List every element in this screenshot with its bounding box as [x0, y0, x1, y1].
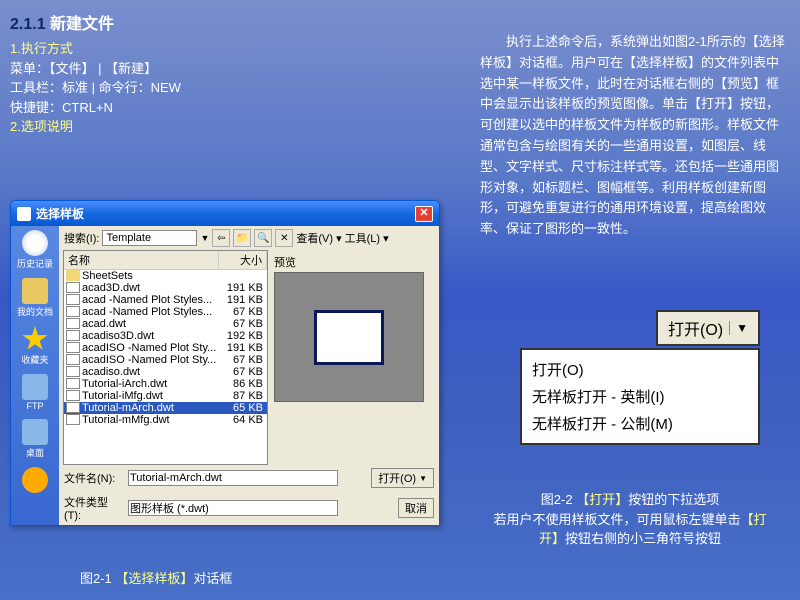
file-row[interactable]: Tutorial-iArch.dwt86 KB	[64, 378, 267, 390]
places-sidebar: 历史记录我的文档收藏夹 FTP 桌面	[11, 226, 59, 525]
search-icon[interactable]: 🔍	[254, 229, 272, 247]
figure-1-caption: 图2-1 【选择样板】对话框	[80, 568, 232, 587]
heading-text: 新建文件	[50, 16, 114, 33]
dialog-toolbar: 搜索(I): ▼ ⇦ 📁 🔍 ✕ 查看(V) ▾ 工具(L) ▾	[59, 226, 439, 250]
cancel-button[interactable]: 取消	[398, 498, 434, 518]
dwt-icon	[66, 366, 80, 377]
dwt-icon	[66, 414, 80, 425]
dwt-icon	[66, 294, 80, 305]
file-row[interactable]: acad3D.dwt191 KB	[64, 282, 267, 294]
dwt-icon	[66, 390, 80, 401]
desktop-icon	[22, 419, 48, 445]
star-icon	[22, 326, 48, 352]
menu-item[interactable]: 无样板打开 - 英制(I)	[532, 383, 748, 410]
heading-num: 2.1.1	[10, 16, 46, 33]
folder-icon	[66, 270, 80, 281]
dialog-titlebar[interactable]: 选择样板 ✕	[11, 201, 439, 226]
delete-icon[interactable]: ✕	[275, 229, 293, 247]
filetype-select[interactable]	[128, 500, 338, 516]
filename-label: 文件名(N):	[64, 470, 124, 486]
filename-input[interactable]	[128, 470, 338, 486]
file-row[interactable]: acadISO -Named Plot Sty...191 KB	[64, 342, 267, 354]
back-icon[interactable]: ⇦	[212, 229, 230, 247]
dwt-icon	[66, 318, 80, 329]
description-paragraph: 执行上述命令后，系统弹出如图2-1所示的【选择样板】对话框。用户可在【选择样板】…	[480, 32, 790, 240]
close-icon[interactable]: ✕	[415, 206, 433, 222]
file-row[interactable]: Tutorial-mMfg.dwt64 KB	[64, 414, 267, 426]
dwt-icon	[66, 282, 80, 293]
col-name[interactable]: 名称	[64, 251, 219, 269]
file-row[interactable]: SheetSets	[64, 270, 267, 282]
view-dropdown[interactable]: 查看(V) ▾	[296, 230, 341, 246]
file-row[interactable]: acadiso.dwt67 KB	[64, 366, 267, 378]
sidebar-item-folder[interactable]: 我的文档	[15, 278, 55, 318]
tools-dropdown[interactable]: 工具(L) ▾	[345, 230, 389, 246]
file-row[interactable]: acad -Named Plot Styles...67 KB	[64, 306, 267, 318]
search-label: 搜索(I):	[64, 230, 99, 246]
menu-item[interactable]: 打开(O)	[532, 356, 748, 383]
file-row[interactable]: acadiso3D.dwt192 KB	[64, 330, 267, 342]
open-dropdown-illustration: 打开(O) ▼ 打开(O)无样板打开 - 英制(I)无样板打开 - 公制(M)	[520, 310, 760, 445]
sidebar-item-buzz[interactable]	[15, 467, 55, 494]
ftp-icon	[22, 374, 48, 400]
dwt-icon	[66, 402, 80, 413]
open-split-button[interactable]: 打开(O) ▼	[656, 310, 760, 346]
dwt-icon	[66, 378, 80, 389]
preview-panel: 预览	[272, 250, 427, 465]
file-list-header: 名称 大小	[64, 251, 267, 270]
dwt-icon	[66, 342, 80, 353]
figure-2-caption: 图2-2 【打开】按钮的下拉选项 若用户不使用样板文件，可用鼠标左键单击【打开】…	[490, 490, 770, 549]
dwt-icon	[66, 306, 80, 317]
menu-item[interactable]: 无样板打开 - 公制(M)	[532, 410, 748, 437]
sidebar-item-desktop[interactable]: 桌面	[15, 419, 55, 459]
sidebar-item-clock[interactable]: 历史记录	[15, 230, 55, 270]
sidebar-item-star[interactable]: 收藏夹	[15, 326, 55, 366]
dialog-title: 选择样板	[36, 205, 84, 222]
preview-label: 预览	[274, 252, 425, 272]
preview-thumbnail	[314, 310, 384, 365]
dwt-icon	[66, 354, 80, 365]
clock-icon	[22, 230, 48, 256]
file-row[interactable]: Tutorial-mArch.dwt65 KB	[64, 402, 267, 414]
search-input[interactable]	[102, 230, 197, 246]
dwt-icon	[66, 330, 80, 341]
chevron-down-icon[interactable]: ▼	[419, 474, 427, 483]
up-icon[interactable]: 📁	[233, 229, 251, 247]
dialog-icon	[17, 207, 31, 221]
chevron-down-icon[interactable]: ▼	[729, 321, 748, 335]
file-row[interactable]: acadISO -Named Plot Sty...67 KB	[64, 354, 267, 366]
file-row[interactable]: Tutorial-iMfg.dwt87 KB	[64, 390, 267, 402]
file-list[interactable]: 名称 大小 SheetSetsacad3D.dwt191 KBacad -Nam…	[63, 250, 268, 465]
col-size[interactable]: 大小	[219, 251, 267, 269]
sidebar-item-ftp[interactable]: FTP	[15, 374, 55, 411]
select-template-dialog: 选择样板 ✕ 历史记录我的文档收藏夹 FTP 桌面 搜索(I): ▼ ⇦ 📁 🔍 ✕…	[10, 200, 440, 526]
preview-box	[274, 272, 424, 402]
file-row[interactable]: acad -Named Plot Styles...191 KB	[64, 294, 267, 306]
folder-icon	[22, 278, 48, 304]
file-row[interactable]: acad.dwt67 KB	[64, 318, 267, 330]
buzz-icon	[22, 467, 48, 493]
open-button[interactable]: 打开(O)▼	[371, 468, 434, 488]
filetype-label: 文件类型(T):	[64, 494, 124, 522]
open-dropdown-menu: 打开(O)无样板打开 - 英制(I)无样板打开 - 公制(M)	[520, 348, 760, 445]
